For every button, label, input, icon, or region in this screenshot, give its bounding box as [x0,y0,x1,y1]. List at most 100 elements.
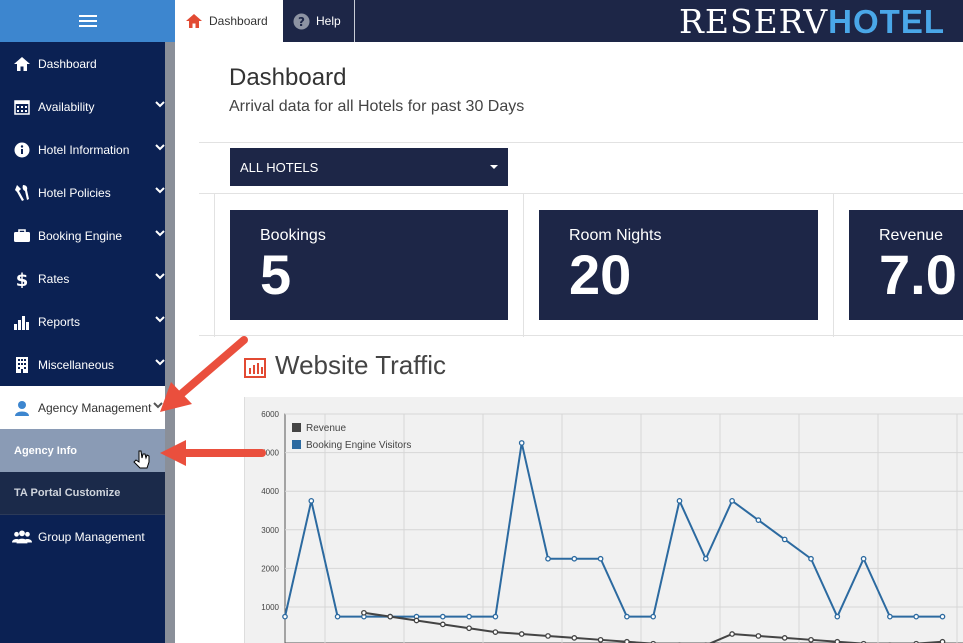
data-point [834,638,841,643]
data-point [939,638,946,643]
chevron-down-icon [155,144,165,151]
stat-card-room-nights: Room Nights 20 [539,210,818,320]
user-icon [12,399,32,417]
menu-toggle-button[interactable] [0,0,175,42]
data-point [597,555,604,562]
divider [214,194,215,337]
sidebar-subitem-ta-portal-customize[interactable]: TA Portal Customize [0,472,165,515]
data-point [834,613,841,620]
sidebar-item-label: Hotel Information [38,142,130,157]
data-point [755,517,762,524]
sidebar-item-booking-engine[interactable]: Booking Engine [0,214,165,257]
data-point [887,613,893,620]
hotel-select[interactable]: ALL HOTELS [230,148,508,186]
data-point [597,636,604,643]
home-icon [185,13,203,29]
stat-card-bookings: Bookings 5 [230,210,508,320]
sidebar-item-miscellaneous[interactable]: Miscellaneous [0,343,165,386]
divider [199,142,963,143]
tab-dashboard[interactable]: Dashboard [175,0,283,42]
data-point [808,555,814,562]
stats-row: Bookings 5 Room Nights 20 Revenue 7.0 [199,193,963,337]
data-point [755,633,762,639]
data-point [913,613,920,620]
data-point [571,555,578,562]
website-traffic-chart: 6000 5000 4000 3000 2000 1000 Revenue Booking E… [244,397,963,643]
website-traffic-title: Website Traffic [275,350,446,380]
sidebar-item-group-management[interactable]: Group Management [0,515,165,558]
sidebar-item-agency-management[interactable]: Agency Management [0,386,165,429]
sidebar-item-label: Hotel Policies [38,185,111,200]
divider [833,194,834,337]
sidebar-subitem-agency-info[interactable]: Agency Info [0,429,165,472]
sidebar-item-label: Group Management [38,529,145,544]
data-point [334,613,341,620]
data-point [518,440,525,446]
sidebar-item-label: Booking Engine [38,228,123,243]
calendar-icon [12,98,32,116]
sidebar-item-reports[interactable]: Reports [0,300,165,343]
sidebar-subitem-label: Agency Info [14,444,77,457]
data-point [781,536,788,543]
app-window: Dashboard Availability Hotel Information [0,0,963,643]
data-point [729,631,735,637]
stat-value: 20 [569,243,632,306]
hotel-select-value: ALL HOTELS [240,159,319,175]
data-point [492,629,499,635]
y-tick-label: 1000 [261,603,279,612]
data-point [439,621,446,628]
hamburger-icon [78,15,97,27]
tab-help[interactable]: ? Help [283,0,355,42]
page-title: Dashboard [229,64,347,91]
data-point [439,613,446,620]
data-point [650,613,657,620]
chevron-down-icon [155,230,165,237]
tab-label: Help [316,14,341,28]
data-point [939,613,946,620]
data-point [282,613,288,620]
sidebar-item-hotel-information[interactable]: Hotel Information [0,128,165,171]
data-point [413,617,420,624]
building-icon [12,356,32,374]
y-tick-label: 5000 [261,449,279,458]
data-point [624,613,630,620]
users-icon [12,528,32,546]
data-point [466,625,472,632]
data-point [308,498,315,504]
chevron-down-icon [155,316,165,323]
sidebar-item-label: Agency Management [38,400,152,415]
data-point [729,498,735,504]
bar-chart-icon [12,313,32,331]
main-content: Dashboard Arrival data for all Hotels fo… [175,42,963,643]
sidebar-item-hotel-policies[interactable]: Hotel Policies [0,171,165,214]
y-tick-label: 2000 [261,564,279,573]
legend-swatch [292,423,301,432]
y-tick-label: 6000 [261,410,279,419]
sidebar-item-rates[interactable]: $ Rates [0,257,165,300]
info-icon [12,141,32,159]
sidebar-item-availability[interactable]: Availability [0,85,165,128]
svg-text:$: $ [16,270,29,288]
data-point [492,613,499,620]
data-point [571,635,578,641]
logo: RESERVHOTEL [679,2,945,41]
home-icon [12,55,32,73]
top-bar: Dashboard ? Help RESERVHOTEL [175,0,963,42]
chart-svg: 6000 5000 4000 3000 2000 1000 Revenue Booking E… [261,410,963,643]
sidebar-item-dashboard[interactable]: Dashboard [0,42,165,85]
divider [523,194,524,337]
briefcase-icon [12,227,32,245]
data-point [361,609,367,616]
chevron-down-icon [155,187,165,194]
data-point [545,633,551,639]
data-point [676,498,683,504]
dollar-icon: $ [12,270,32,288]
data-point [781,635,788,641]
sidebar: Dashboard Availability Hotel Information [0,0,175,643]
data-point [702,555,709,562]
sidebar-item-label: Miscellaneous [38,357,115,372]
legend-swatch [292,440,301,449]
sidebar-scrollbar[interactable] [165,42,175,643]
y-tick-label: 3000 [261,526,279,535]
data-point [518,631,525,637]
